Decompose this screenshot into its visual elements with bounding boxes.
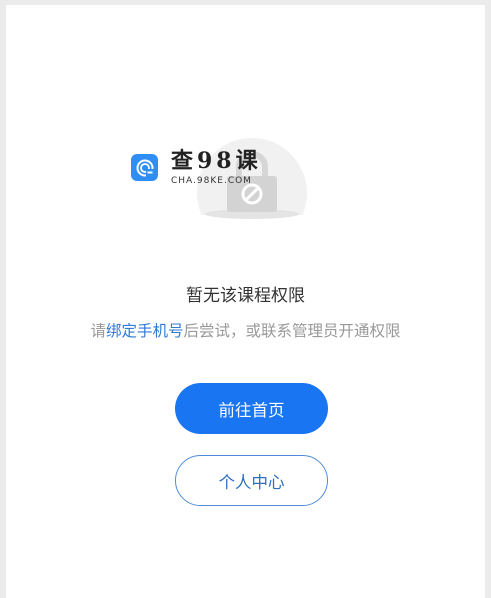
watermark-subtitle: CHA.98KE.COM [171,176,252,186]
bind-phone-link[interactable]: 绑定手机号 [106,322,184,340]
no-permission-description: 请绑定手机号后尝试，或联系管理员开通权限 [6,319,485,341]
desc-suffix: 后尝试，或联系管理员开通权限 [183,322,401,340]
watermark: 查98课 CHA.98KE.COM [131,148,262,187]
page-container: 查98课 CHA.98KE.COM 暂无该课程权限 请绑定手机号后尝试，或联系管… [6,5,485,598]
profile-center-button[interactable]: 个人中心 [175,455,328,506]
desc-prefix: 请 [90,322,106,340]
go-home-button[interactable]: 前往首页 [175,383,328,434]
no-permission-title: 暂无该课程权限 [186,286,305,306]
search-logo-icon [131,154,158,181]
watermark-title: 查98课 [171,148,262,174]
